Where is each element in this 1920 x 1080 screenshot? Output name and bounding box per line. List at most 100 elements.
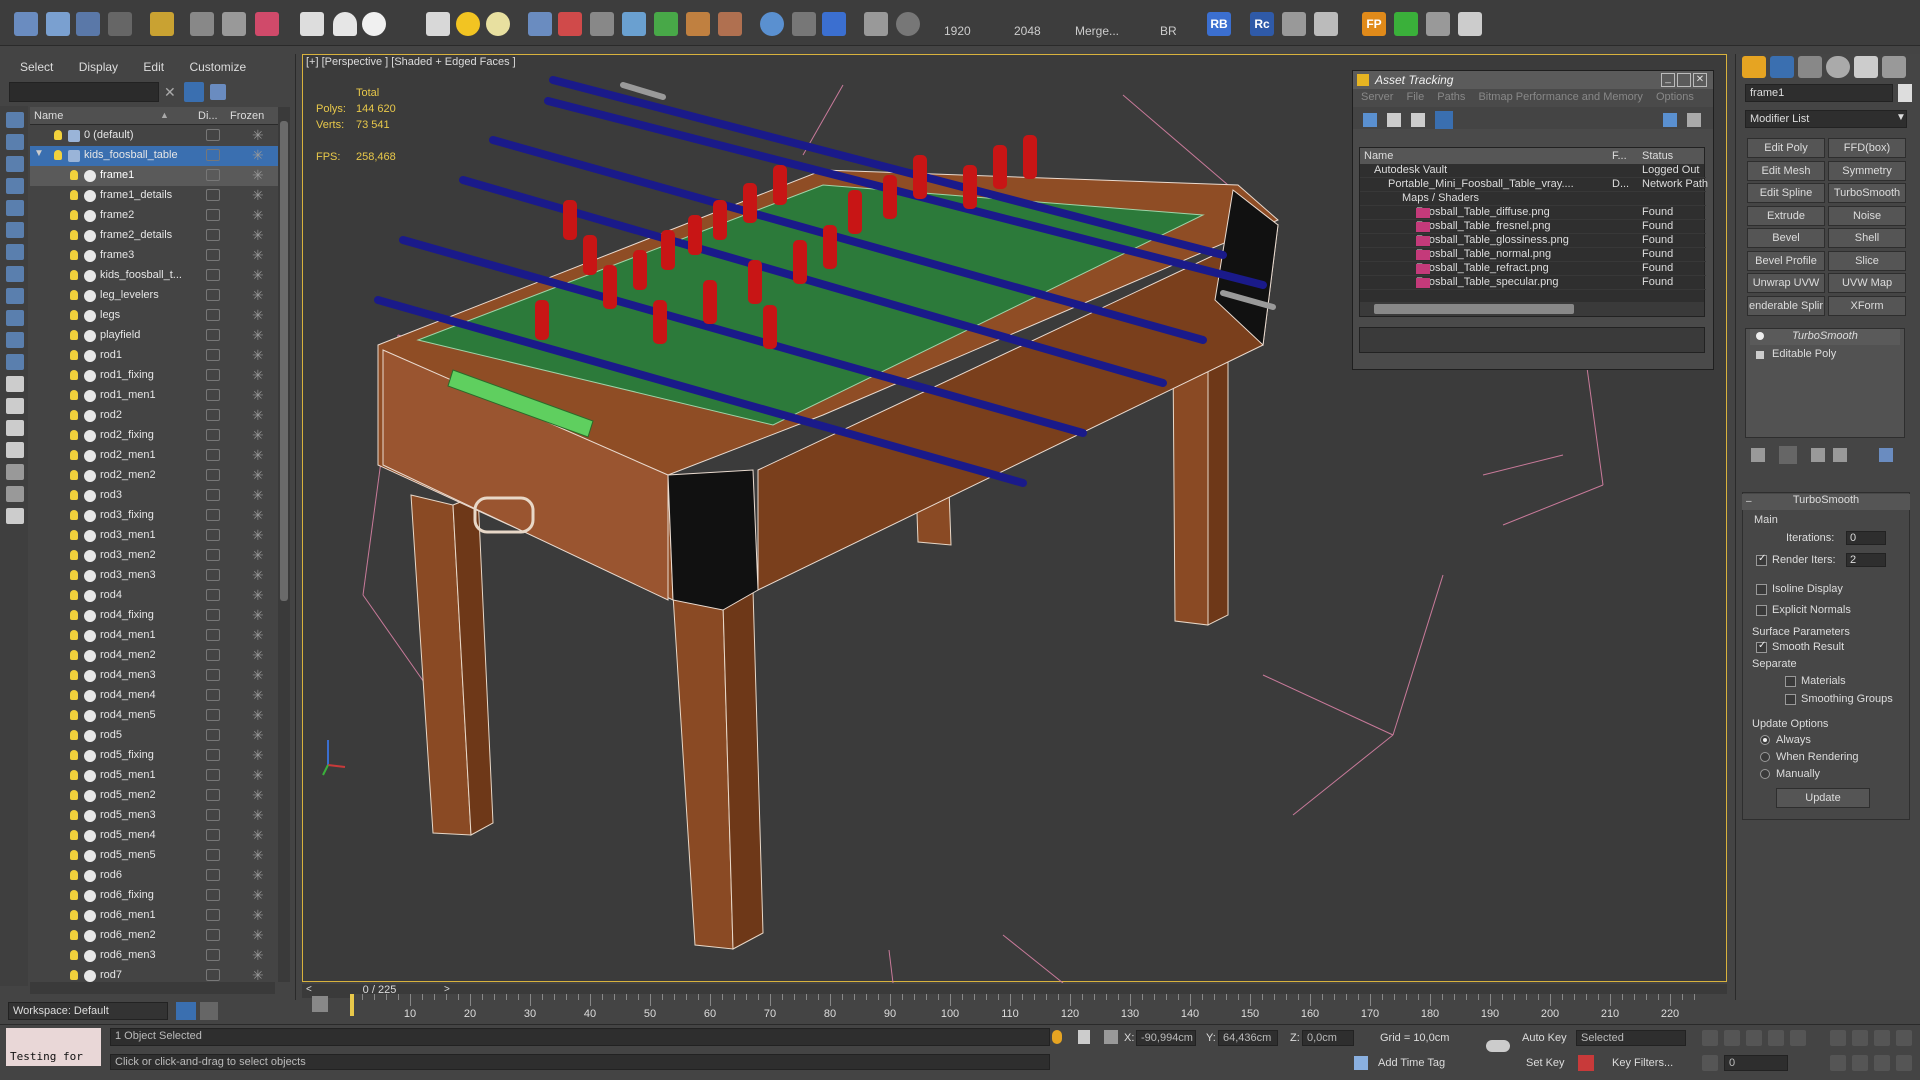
maximize-icon[interactable]: [1677, 73, 1691, 87]
display-none-2-icon[interactable]: [6, 420, 24, 436]
scene-object-row[interactable]: rod3_fixing ✳: [30, 506, 280, 526]
freeze-icon[interactable]: ✳: [252, 347, 264, 364]
display-xrefs-icon[interactable]: [6, 288, 24, 304]
settings-icon[interactable]: [1687, 113, 1701, 127]
camera-icon[interactable]: [190, 12, 214, 36]
asset-row[interactable]: Foosball_Table_normal.png Found: [1360, 248, 1706, 262]
display-box-icon[interactable]: [206, 689, 220, 701]
hierarchy-icon[interactable]: [200, 1002, 218, 1020]
display-tab-icon[interactable]: [1854, 56, 1878, 78]
pan-icon[interactable]: [1852, 1055, 1868, 1071]
box-icon[interactable]: [300, 12, 324, 36]
stack-item-turbosmooth[interactable]: TurboSmooth: [1750, 329, 1900, 345]
visibility-bulb-icon[interactable]: [70, 710, 78, 720]
funnel-icon[interactable]: [6, 464, 24, 480]
menu-file[interactable]: File: [1406, 91, 1424, 103]
scene-object-row[interactable]: rod4_men1 ✳: [30, 626, 280, 646]
motion-tab-icon[interactable]: [1826, 56, 1850, 78]
visibility-bulb-icon[interactable]: [70, 350, 78, 360]
visibility-bulb-icon[interactable]: [70, 790, 78, 800]
goto-end-icon[interactable]: [1790, 1030, 1806, 1046]
scene-object-row[interactable]: rod5_men5 ✳: [30, 846, 280, 866]
visibility-bulb-icon[interactable]: [70, 310, 78, 320]
smoothing-groups-checkbox[interactable]: [1785, 694, 1796, 705]
create-tab-icon[interactable]: [1742, 56, 1766, 78]
scene-object-row[interactable]: frame3 ✳: [30, 246, 280, 266]
visibility-bulb-icon[interactable]: [70, 490, 78, 500]
rollout-title[interactable]: TurboSmooth: [1742, 494, 1910, 510]
display-none-icon[interactable]: [6, 112, 24, 128]
modifier-button[interactable]: Bevel Profile: [1747, 250, 1825, 271]
visibility-bulb-icon[interactable]: [70, 570, 78, 580]
scene-object-row[interactable]: rod4_men3 ✳: [30, 666, 280, 686]
br-button[interactable]: BR: [1160, 24, 1177, 38]
scene-object-row[interactable]: rod2_men1 ✳: [30, 446, 280, 466]
scene-object-row[interactable]: frame2 ✳: [30, 206, 280, 226]
visibility-bulb-icon[interactable]: [70, 270, 78, 280]
visibility-bulb-icon[interactable]: [70, 910, 78, 920]
freeze-icon[interactable]: ✳: [252, 827, 264, 844]
show-end-result-icon[interactable]: [1779, 446, 1797, 464]
modifier-button[interactable]: Symmetry: [1828, 160, 1906, 181]
current-frame-field[interactable]: 0: [1724, 1055, 1788, 1071]
isoline-checkbox[interactable]: [1756, 584, 1767, 595]
visibility-bulb-icon[interactable]: [70, 470, 78, 480]
modifier-button[interactable]: Slice: [1828, 250, 1906, 271]
scene-object-row[interactable]: rod3_men2 ✳: [30, 546, 280, 566]
x-coordinate-field[interactable]: -90,994cm: [1136, 1030, 1196, 1046]
scene-object-row[interactable]: rod5 ✳: [30, 726, 280, 746]
scene-object-row[interactable]: rod4_men2 ✳: [30, 646, 280, 666]
scene-object-row[interactable]: rod6_men2 ✳: [30, 926, 280, 946]
visibility-bulb-icon[interactable]: [70, 830, 78, 840]
zoom-extents-all-icon[interactable]: [1896, 1030, 1912, 1046]
modifier-button[interactable]: Edit Mesh: [1747, 160, 1825, 181]
scene-object-row[interactable]: rod5_men1 ✳: [30, 766, 280, 786]
tools-icon[interactable]: [1282, 12, 1306, 36]
zoom-extents-icon[interactable]: [1874, 1030, 1890, 1046]
prev-key-icon[interactable]: [1724, 1030, 1740, 1046]
scene-object-row[interactable]: rod4 ✳: [30, 586, 280, 606]
maxscript-listener[interactable]: Testing for: [6, 1028, 101, 1066]
expand-icon[interactable]: [1756, 351, 1764, 359]
display-box-icon[interactable]: [206, 209, 220, 221]
freeze-icon[interactable]: ✳: [252, 227, 264, 244]
cone-icon[interactable]: [426, 12, 450, 36]
visibility-bulb-icon[interactable]: [54, 130, 62, 140]
display-box-icon[interactable]: [206, 749, 220, 761]
menu-customize[interactable]: Customize: [189, 60, 246, 74]
display-box-icon[interactable]: [206, 629, 220, 641]
modifier-button[interactable]: Shell: [1828, 228, 1906, 248]
freeze-icon[interactable]: ✳: [252, 707, 264, 724]
help-icon[interactable]: [1663, 113, 1677, 127]
freeze-icon[interactable]: ✳: [252, 567, 264, 584]
always-radio[interactable]: [1760, 735, 1770, 745]
display-shapes-icon[interactable]: [6, 156, 24, 172]
fur-icon[interactable]: [558, 12, 582, 36]
next-key-icon[interactable]: [1768, 1030, 1784, 1046]
chevron-down-icon[interactable]: ▼: [1896, 112, 1906, 123]
field-of-view-icon[interactable]: [1830, 1055, 1846, 1071]
asset-path-field[interactable]: [1359, 327, 1705, 353]
menu-paths[interactable]: Paths: [1437, 91, 1465, 103]
merge-button[interactable]: Merge...: [1075, 24, 1119, 38]
asset-horizontal-scrollbar[interactable]: [1360, 302, 1704, 316]
modifier-button[interactable]: Unwrap UVW: [1747, 273, 1825, 293]
visibility-bulb-icon[interactable]: [70, 510, 78, 520]
display-box-icon[interactable]: [206, 949, 220, 961]
y-coordinate-field[interactable]: 64,436cm: [1218, 1030, 1278, 1046]
smooth-result-checkbox[interactable]: [1756, 640, 1767, 653]
workspace-dropdown[interactable]: Workspace: Default: [8, 1002, 168, 1020]
scene-object-row[interactable]: 0 (default) ✳: [30, 126, 280, 146]
modifier-list-dropdown[interactable]: Modifier List: [1745, 110, 1907, 128]
scene-object-row[interactable]: rod3_men1 ✳: [30, 526, 280, 546]
display-box-icon[interactable]: [206, 289, 220, 301]
column-asset-name[interactable]: Name: [1364, 150, 1393, 162]
visibility-bulb-icon[interactable]: [70, 770, 78, 780]
freeze-icon[interactable]: ✳: [252, 887, 264, 904]
bulb-icon[interactable]: [1756, 332, 1764, 340]
display-box-icon[interactable]: [206, 609, 220, 621]
menu-options[interactable]: Options: [1656, 91, 1694, 103]
scene-object-row[interactable]: rod1_fixing ✳: [30, 366, 280, 386]
make-unique-icon[interactable]: [1811, 448, 1825, 462]
freeze-icon[interactable]: ✳: [252, 727, 264, 744]
